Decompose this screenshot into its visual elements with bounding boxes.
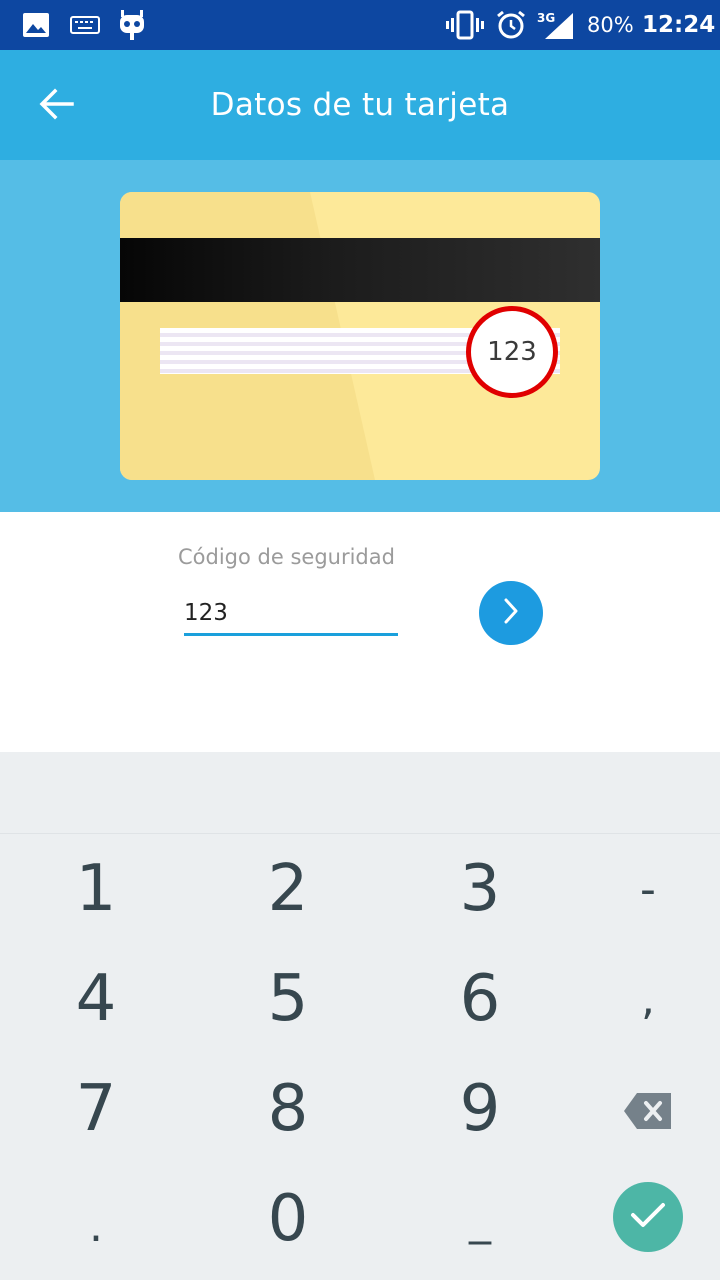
card-illustration-area: 123 — [0, 160, 720, 512]
security-code-input[interactable] — [184, 592, 398, 636]
key-6[interactable]: 6 — [390, 944, 570, 1054]
key-4[interactable]: 4 — [6, 944, 186, 1054]
numeric-keyboard: 1 2 3 - 4 5 6 , 7 8 9 . 0 _ — [0, 834, 720, 1280]
next-button[interactable] — [479, 581, 543, 645]
backspace-icon — [623, 1072, 673, 1146]
key-period[interactable]: . — [6, 1164, 186, 1274]
image-icon — [22, 8, 50, 42]
back-button[interactable] — [20, 80, 92, 132]
key-underscore[interactable]: _ — [390, 1164, 570, 1274]
key-0[interactable]: 0 — [198, 1164, 378, 1274]
alarm-icon — [495, 8, 527, 42]
credit-card-back-illustration: 123 — [120, 192, 600, 480]
check-icon — [630, 1201, 666, 1233]
highlighted-security-code: 123 — [487, 337, 537, 367]
network-3g-icon: 3G — [537, 8, 575, 42]
key-3[interactable]: 3 — [390, 834, 570, 944]
status-bar: 3G 80% 12:24 — [0, 0, 720, 50]
keyboard-icon — [70, 8, 100, 42]
page-title: Datos de tu tarjeta — [210, 87, 510, 123]
vibrate-icon — [446, 8, 484, 42]
key-2[interactable]: 2 — [198, 834, 378, 944]
clock: 12:24 — [642, 12, 716, 38]
key-comma[interactable]: , — [558, 944, 720, 1054]
cyanogen-bot-icon — [118, 8, 146, 42]
security-code-label: Código de seguridad — [178, 545, 395, 569]
key-1[interactable]: 1 — [6, 834, 186, 944]
app-bar: Datos de tu tarjeta — [0, 50, 720, 160]
battery-percent: 80% — [587, 13, 634, 37]
done-button[interactable] — [613, 1182, 683, 1252]
keyboard-suggestion-bar — [0, 752, 720, 834]
key-8[interactable]: 8 — [198, 1054, 378, 1164]
key-7[interactable]: 7 — [6, 1054, 186, 1164]
chevron-right-icon — [501, 597, 521, 629]
security-code-highlight: 123 — [466, 306, 558, 398]
key-9[interactable]: 9 — [390, 1054, 570, 1164]
backspace-key[interactable] — [558, 1054, 720, 1164]
arrow-back-icon — [38, 88, 74, 124]
magnetic-stripe — [120, 238, 600, 302]
svg-text:3G: 3G — [537, 11, 555, 25]
key-5[interactable]: 5 — [198, 944, 378, 1054]
key-dash[interactable]: - — [558, 834, 720, 944]
